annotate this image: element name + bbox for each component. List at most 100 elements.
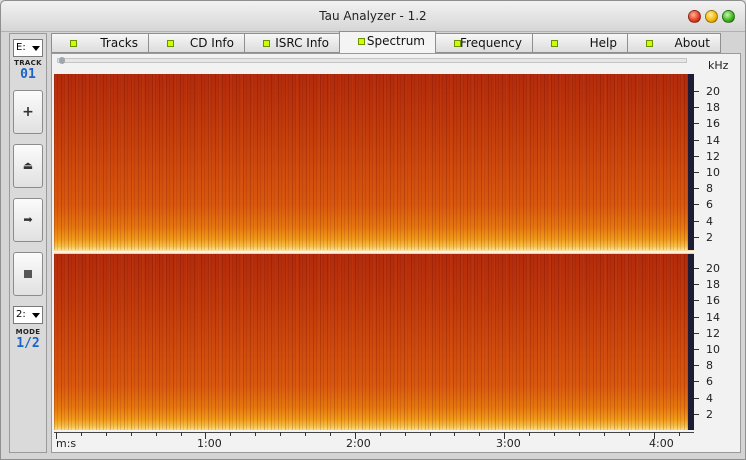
x-tick-label: 1:00 [197,437,222,450]
tab-label: Frequency [460,36,522,50]
tab-label: About [674,36,710,50]
tab-cd-info[interactable]: CD Info [148,33,245,53]
led-indicator-icon [263,40,270,47]
y-tick-label: 10 [694,343,730,356]
tab-tracks[interactable]: Tracks [51,33,149,53]
add-track-button[interactable]: + [13,90,43,134]
x-minor-tick [80,432,82,436]
scrollbar-thumb[interactable] [59,57,65,64]
y-tick-label: 16 [694,294,730,307]
y-tick-label: 10 [694,166,730,179]
led-indicator-icon [646,40,653,47]
x-minor-tick [255,432,257,436]
y-tick-label: 6 [694,198,730,211]
x-minor-tick [529,432,531,436]
y-tick-label: 14 [694,311,730,324]
y-tick-label: 2 [694,408,730,421]
arrow-right-icon: ➡ [23,213,33,226]
x-tick-label: 4:00 [649,437,674,450]
y-tick-label: 8 [694,359,730,372]
y-tick-label: 20 [694,85,730,98]
x-minor-tick [379,432,381,436]
tab-label: Spectrum [366,34,425,48]
y-tick-label: 12 [694,327,730,340]
spectrum-panel: kHz 20 18 16 14 12 10 8 6 4 2 20 18 16 14 12 10 8 6 4 2 m:… [51,53,741,453]
window-title: Tau Analyzer - 1.2 [319,9,427,23]
tab-about[interactable]: About [627,33,721,53]
title-bar[interactable]: Tau Analyzer - 1.2 [1,1,745,32]
x-minor-tick [105,432,107,436]
spectrogram-image [54,74,694,250]
x-minor-tick [454,432,456,436]
stop-icon [24,270,32,278]
led-indicator-icon [167,40,174,47]
tab-label: Tracks [100,36,138,50]
mode-label: MODE [15,328,41,336]
x-minor-tick [329,432,331,436]
tab-help[interactable]: Help [532,33,628,53]
mode-value: 1/2 [16,336,40,351]
y-tick-label: 6 [694,375,730,388]
led-indicator-icon [358,38,365,45]
y-tick-label: 4 [694,392,730,405]
level-strip [688,74,694,250]
x-minor-tick [155,432,157,436]
x-minor-tick [578,432,580,436]
y-tick-label: 14 [694,134,730,147]
app-window: Tau Analyzer - 1.2 E: TRACK 01 + ⏏ ➡ 2: … [0,0,746,460]
tab-isrc-info[interactable]: ISRC Info [244,33,340,53]
tab-spectrum[interactable]: Spectrum [339,31,436,53]
x-minor-tick [180,432,182,436]
eject-button[interactable]: ⏏ [13,144,43,188]
x-minor-tick [628,432,630,436]
x-tick-label: 3:00 [496,437,521,450]
tab-label: CD Info [189,36,234,50]
tab-frequency[interactable]: Frequency [435,33,533,53]
x-minor-tick [554,432,555,436]
close-button[interactable] [688,10,701,23]
chevron-down-icon [32,313,40,318]
x-axis-unit: m:s [56,437,77,450]
x-minor-tick [230,432,232,436]
x-minor-tick [429,432,431,436]
horizontal-scrollbar[interactable] [57,57,687,64]
maximize-button[interactable] [722,10,735,23]
x-minor-tick [479,432,481,436]
x-minor-tick [130,432,132,436]
y-tick-label: 16 [694,117,730,130]
stop-button[interactable] [13,252,43,296]
sidebar: E: TRACK 01 + ⏏ ➡ 2: MODE 1/2 [9,33,47,453]
led-indicator-icon [70,40,77,47]
x-tick-label: 2:00 [346,437,371,450]
y-tick-label: 12 [694,150,730,163]
minimize-button[interactable] [705,10,718,23]
x-minor-tick [404,432,406,436]
tab-bar: Tracks CD Info ISRC Info Spectrum Freque… [51,31,741,53]
y-tick-label: 18 [694,278,730,291]
spectrogram-channel-1[interactable] [54,74,694,250]
track-label: TRACK [14,59,42,67]
y-tick-label: 4 [694,215,730,228]
x-axis-line [54,432,694,433]
x-minor-tick [603,432,605,436]
tab-label: Help [589,36,617,50]
led-indicator-icon [551,40,558,47]
x-minor-tick [678,432,680,436]
y-tick-label: 18 [694,101,730,114]
track-number: 01 [20,67,36,82]
x-axis: m:s 1:00 2:00 3:00 4:00 [54,432,694,452]
x-minor-tick [280,432,282,436]
eject-icon: ⏏ [22,159,34,172]
y-tick-label: 8 [694,182,730,195]
drive-value: E: [16,42,26,53]
next-button[interactable]: ➡ [13,198,43,242]
y-tick-label: 2 [694,231,730,244]
x-minor-tick [305,432,306,436]
drive-select[interactable]: E: [13,39,43,57]
chevron-down-icon [32,46,40,51]
plus-icon: + [22,104,34,120]
spectrogram-channel-2[interactable] [54,254,694,430]
mode-select[interactable]: 2: [13,306,43,324]
spectrogram-image [54,254,694,430]
y-tick-label: 20 [694,262,730,275]
